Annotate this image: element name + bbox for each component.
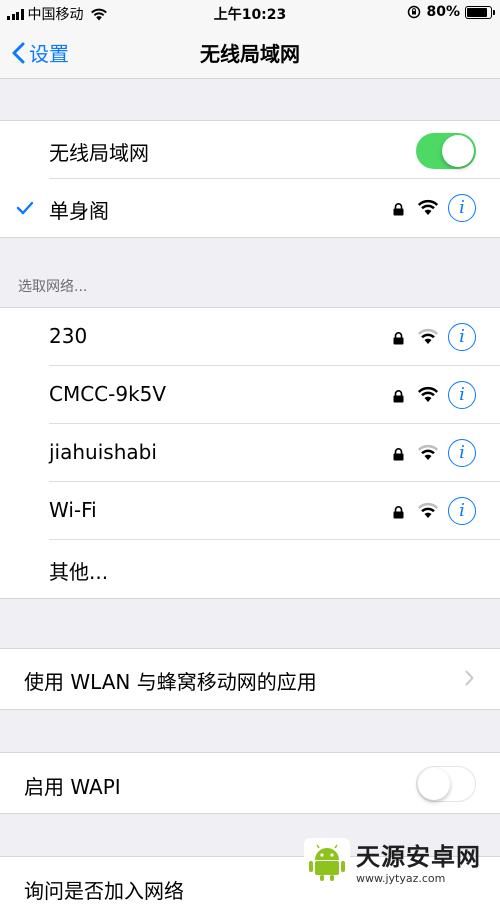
wapi-row: 启用 WAPI xyxy=(0,753,500,811)
wifi-strength-icon xyxy=(417,329,439,344)
wifi-strength-icon xyxy=(417,445,439,460)
lock-icon xyxy=(393,506,404,519)
network-row-jiahuishabi[interactable]: jiahuishabi i xyxy=(0,424,500,482)
watermark-url: www.jytyaz.com xyxy=(356,871,446,885)
android-logo-icon xyxy=(304,837,350,884)
lock-icon xyxy=(393,203,404,216)
connected-network-name: 单身阁 xyxy=(49,199,109,223)
network-name: CMCC-9k5V xyxy=(49,382,167,406)
watermark-title: 天源安卓网 xyxy=(356,842,481,871)
checkmark-icon xyxy=(16,201,34,215)
page-title: 无线局域网 xyxy=(200,42,300,66)
wifi-strength-icon xyxy=(417,503,439,518)
network-name: Wi-Fi xyxy=(49,498,97,522)
navigation-bar: 设置 无线局域网 xyxy=(0,26,500,79)
info-icon[interactable]: i xyxy=(448,497,476,525)
lock-icon xyxy=(393,448,404,461)
info-icon[interactable]: i xyxy=(448,323,476,351)
wapi-group: 启用 WAPI xyxy=(0,752,500,814)
status-right: 80% xyxy=(407,4,495,20)
info-icon[interactable]: i xyxy=(448,194,476,222)
chevron-right-icon xyxy=(465,670,474,686)
network-name: 230 xyxy=(49,324,88,348)
wlan-apps-label: 使用 WLAN 与蜂窝移动网的应用 xyxy=(24,670,317,694)
ask-join-label: 询问是否加入网络 xyxy=(24,879,184,903)
battery-icon xyxy=(465,5,495,19)
info-icon[interactable]: i xyxy=(448,381,476,409)
wifi-strength-icon xyxy=(417,387,439,402)
orientation-lock-icon xyxy=(408,5,421,19)
connected-network-row[interactable]: 单身阁 i xyxy=(0,179,500,237)
info-icon[interactable]: i xyxy=(448,439,476,467)
network-row-cmcc[interactable]: CMCC-9k5V i xyxy=(0,366,500,424)
network-list: 230 i CMCC-9k5V i jiahuishabi i Wi-Fi i … xyxy=(0,307,500,599)
battery-percent: 80% xyxy=(426,4,460,20)
lock-icon xyxy=(393,390,404,403)
wifi-toggle-label: 无线局域网 xyxy=(49,141,149,165)
other-network-label: 其他... xyxy=(49,560,109,584)
wapi-label: 启用 WAPI xyxy=(24,775,121,799)
wlan-apps-row[interactable]: 使用 WLAN 与蜂窝移动网的应用 xyxy=(0,649,500,707)
wifi-toggle[interactable] xyxy=(416,133,476,169)
network-row-wi-fi[interactable]: Wi-Fi i xyxy=(0,482,500,540)
choose-network-header: 选取网络... xyxy=(18,279,88,295)
status-bar: 中国移动 上午10:23 80% xyxy=(0,0,500,26)
network-name: jiahuishabi xyxy=(49,440,157,464)
wifi-group: 无线局域网 单身阁 i xyxy=(0,120,500,238)
lock-icon xyxy=(393,332,404,345)
watermark: 天源安卓网 www.jytyaz.com xyxy=(304,832,500,889)
wifi-toggle-row: 无线局域网 xyxy=(0,121,500,179)
wlan-apps-group: 使用 WLAN 与蜂窝移动网的应用 xyxy=(0,648,500,710)
other-network-row[interactable]: 其他... xyxy=(0,540,500,598)
network-row-230[interactable]: 230 i xyxy=(0,308,500,366)
wifi-strength-icon xyxy=(417,200,439,215)
wapi-toggle[interactable] xyxy=(416,766,476,802)
